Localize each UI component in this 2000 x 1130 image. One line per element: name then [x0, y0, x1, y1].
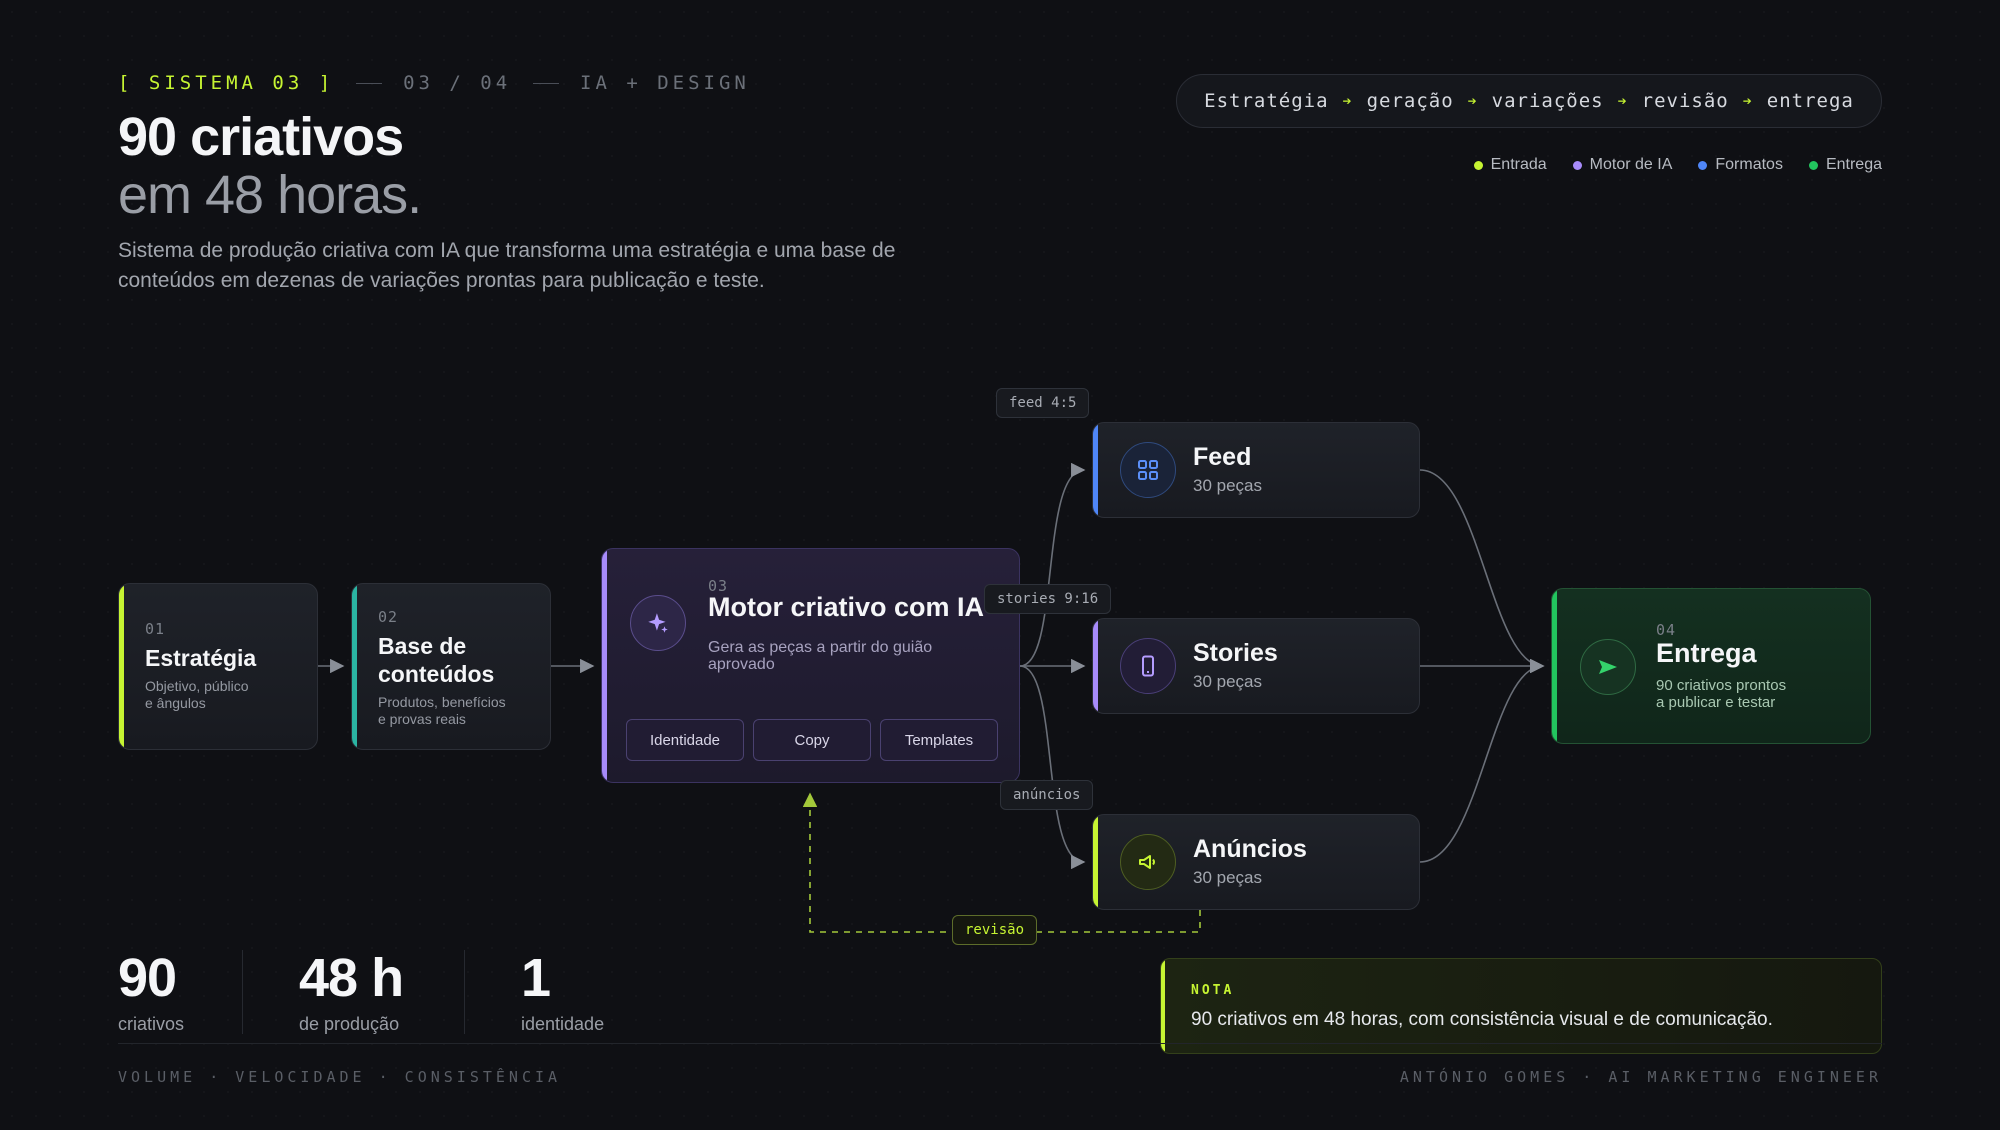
stat-divider: [464, 950, 465, 1034]
node-accent-bar: [602, 549, 607, 782]
pipeline-step: Estratégia: [1204, 90, 1329, 112]
stat-value: 90: [118, 948, 177, 1008]
footer-tagline: VOLUME · VELOCIDADE · CONSISTÊNCIA: [118, 1068, 562, 1086]
chip-identidade[interactable]: Identidade: [626, 719, 744, 761]
node-count: 30 peças: [1193, 672, 1262, 691]
node-accent-bar: [119, 584, 124, 749]
legend-label: Entrega: [1825, 156, 1882, 173]
edge-motor-anuncios: [1019, 665, 1086, 870]
arrow-right-icon: ➔: [1617, 92, 1628, 110]
node-stories[interactable]: Stories 30 peças: [1092, 618, 1420, 714]
stat-value: 48 h: [299, 948, 404, 1008]
legend-item: Motor de IA: [1572, 156, 1673, 174]
edge-feed-entrega: [1419, 469, 1545, 674]
node-subtitle: 90 criativos prontos a publicar e testar: [1656, 677, 1787, 711]
node-title: Feed: [1193, 443, 1252, 471]
node-title: Stories: [1193, 639, 1278, 667]
edge-label-revisao: revisão: [952, 915, 1038, 945]
stat-producao: 48 h de produção: [299, 948, 404, 1035]
arrow-right-icon: ➔: [1342, 92, 1353, 110]
node-title: Entrega: [1656, 638, 1757, 668]
megaphone-icon: [1120, 834, 1176, 890]
legend-dot-icon: [1572, 160, 1582, 170]
node-count: 30 peças: [1193, 476, 1262, 495]
phone-icon: [1120, 638, 1176, 694]
edge-label-feed: feed 4:5: [996, 388, 1090, 418]
arrow-right-icon: ➔: [1467, 92, 1478, 110]
node-title: Motor criativo com IA: [708, 592, 985, 622]
legend-label: Entrada: [1490, 156, 1547, 173]
node-accent-bar: [1093, 619, 1098, 713]
node-accent-bar: [1093, 815, 1098, 909]
stat-label: criativos: [118, 1014, 185, 1034]
node-number: 02: [378, 608, 399, 626]
page-description: Sistema de produção criativa com IA que …: [118, 239, 896, 292]
pipeline-step: entrega: [1766, 90, 1854, 112]
note-kicker: NOTA: [1191, 983, 1235, 998]
node-base-conteudos[interactable]: 02 Base de conteúdos Produtos, benefícios…: [351, 583, 551, 750]
legend-label: Motor de IA: [1589, 156, 1673, 173]
node-title: Base de conteúdos: [378, 633, 495, 687]
node-subtitle: Gera as peças a partir do guião aprovado: [708, 639, 933, 673]
node-entrega[interactable]: 04 Entrega 90 criativos prontos a publica…: [1551, 588, 1871, 744]
sparkle-icon: [630, 595, 686, 651]
note-accent-bar: [1161, 959, 1165, 1053]
node-estrategia[interactable]: 01 Estratégia Objetivo, público e ângulos: [118, 583, 318, 750]
legend-item: Formatos: [1698, 156, 1783, 174]
node-motor-ia[interactable]: 03 Motor criativo com IA Gera as peças a…: [601, 548, 1020, 783]
legend-dot-icon: [1473, 160, 1483, 170]
category-label: IA + DESIGN: [580, 72, 750, 94]
node-anuncios[interactable]: Anúncios 30 peças: [1092, 814, 1420, 910]
node-accent-bar: [352, 584, 357, 749]
stat-identidade: 1 identidade: [521, 948, 604, 1035]
footer-divider: [118, 1043, 1882, 1044]
edge-motor-feed: [1019, 462, 1086, 667]
step-indicator: 03 / 04: [403, 72, 512, 94]
node-count: 30 peças: [1193, 868, 1262, 887]
node-accent-bar: [1552, 589, 1557, 743]
legend-item: Entrega: [1808, 156, 1882, 174]
note-card: NOTA 90 criativos em 48 horas, com consi…: [1160, 958, 1882, 1054]
note-text: 90 criativos em 48 horas, com consistênc…: [1191, 1009, 1773, 1030]
stat-criativos: 90 criativos: [118, 948, 184, 1035]
edge-anuncios-entrega: [1419, 658, 1545, 863]
grid-icon: [1120, 442, 1176, 498]
node-title: Estratégia: [145, 645, 257, 671]
stat-label: de produção: [299, 1014, 400, 1034]
pipeline-summary: Estratégia ➔ geração ➔ variações ➔ revisão ➔…: [1176, 74, 1882, 128]
edge-label-anuncios: anúncios: [1000, 780, 1094, 810]
stat-value: 1: [521, 948, 551, 1008]
legend-dot-icon: [1808, 160, 1818, 170]
node-number: 01: [145, 620, 166, 638]
node-number: 04: [1656, 621, 1677, 639]
send-icon: [1580, 639, 1636, 695]
pipeline-step: variações: [1491, 90, 1604, 112]
legend-item: Entrada: [1473, 156, 1547, 174]
legend-label: Formatos: [1715, 156, 1783, 173]
footer-author: ANTÓNIO GOMES · AI MARKETING ENGINEER: [1399, 1068, 1882, 1086]
system-tag: [ SISTEMA 03 ]: [118, 72, 335, 94]
stat-label: identidade: [521, 1014, 605, 1034]
legend-dot-icon: [1698, 160, 1708, 170]
section-kicker: [ SISTEMA 03 ] 03 / 04 IA + DESIGN: [118, 72, 750, 94]
page-subtitle: em 48 horas.: [118, 165, 422, 225]
pipeline-step: revisão: [1641, 90, 1729, 112]
node-feed[interactable]: Feed 30 peças: [1092, 422, 1420, 518]
chip-copy[interactable]: Copy: [753, 719, 871, 761]
pipeline-step: geração: [1366, 90, 1454, 112]
node-subtitle: Produtos, benefícios e provas reais: [378, 694, 506, 727]
stat-divider: [242, 950, 243, 1034]
legend: Entrada Motor de IA Formatos Entrega: [1473, 156, 1882, 174]
chip-templates[interactable]: Templates: [880, 719, 998, 761]
page-title: 90 criativos: [118, 107, 404, 167]
node-accent-bar: [1093, 423, 1098, 517]
node-title: Anúncios: [1193, 835, 1307, 863]
edge-label-stories: stories 9:16: [984, 584, 1112, 614]
arrow-right-icon: ➔: [1742, 92, 1753, 110]
node-subtitle: Objetivo, público e ângulos: [145, 678, 249, 711]
